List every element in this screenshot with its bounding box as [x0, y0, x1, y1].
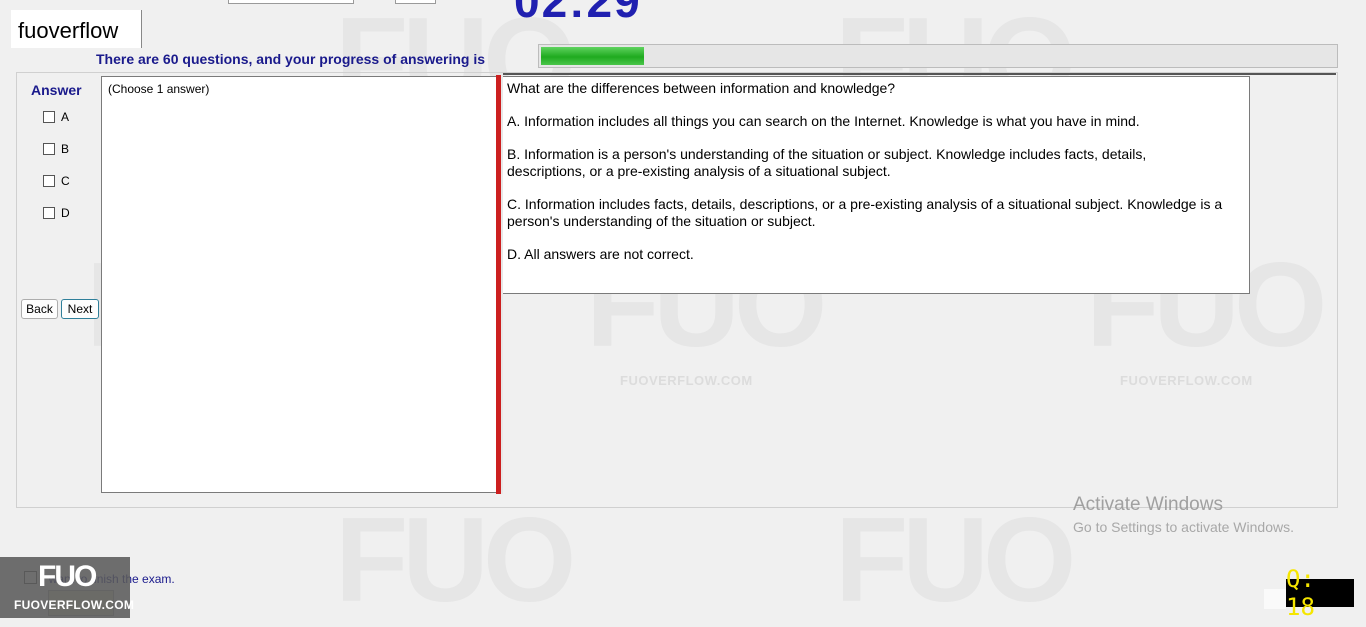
watermark-logo: FUO: [835, 493, 1076, 627]
checkbox-icon[interactable]: [43, 175, 55, 187]
option-label: A: [61, 110, 70, 124]
question-panel: What are the differences between informa…: [503, 76, 1250, 294]
answer-option-c: C. Information includes facts, details, …: [507, 196, 1223, 229]
counter-stub: [1264, 589, 1286, 609]
option-label: C: [61, 174, 70, 188]
top-small-input-field[interactable]: [395, 0, 436, 4]
option-a-checkbox[interactable]: A: [43, 110, 69, 124]
answer-heading: Answer: [31, 82, 82, 98]
option-d-checkbox[interactable]: D: [43, 206, 70, 220]
activate-windows-subtitle: Go to Settings to activate Windows.: [1073, 519, 1294, 535]
fuoverflow-logo: FUO FUOVERFLOW.COM: [0, 557, 134, 618]
activate-windows-title: Activate Windows: [1073, 494, 1223, 515]
progress-bar-fill: [541, 47, 644, 65]
top-input-field[interactable]: [228, 0, 354, 4]
question-divider: [503, 73, 1336, 75]
answer-option-a: A. Information includes all things you c…: [507, 112, 1140, 129]
watermark-logo: FUO: [335, 493, 576, 627]
answer-option-b: B. Information is a person's understandi…: [507, 146, 1147, 179]
checkbox-icon[interactable]: [43, 207, 55, 219]
next-button[interactable]: Next: [61, 299, 99, 319]
back-button[interactable]: Back: [21, 299, 58, 319]
logo-caption: FUOVERFLOW.COM: [14, 598, 135, 612]
exam-timer: 02:29: [514, 0, 642, 27]
progress-label: There are 60 questions, and your progres…: [96, 51, 485, 67]
question-counter: Q: 18: [1286, 565, 1354, 621]
answer-hint-panel: (Choose 1 answer): [101, 76, 497, 493]
option-label: B: [61, 142, 70, 156]
checkbox-icon[interactable]: [43, 111, 55, 123]
question-content: What are the differences between informa…: [507, 80, 1227, 280]
option-c-checkbox[interactable]: C: [43, 174, 70, 188]
choose-hint: (Choose 1 answer): [108, 82, 210, 96]
progress-bar: [538, 44, 1338, 68]
brand-label: fuoverflow: [18, 18, 119, 43]
logo-mark: FUO: [38, 560, 97, 593]
option-label: D: [61, 206, 70, 220]
option-b-checkbox[interactable]: B: [43, 142, 69, 156]
question-text: What are the differences between informa…: [507, 80, 896, 96]
answer-option-d: D. All answers are not correct.: [507, 246, 694, 262]
checkbox-icon[interactable]: [43, 143, 55, 155]
